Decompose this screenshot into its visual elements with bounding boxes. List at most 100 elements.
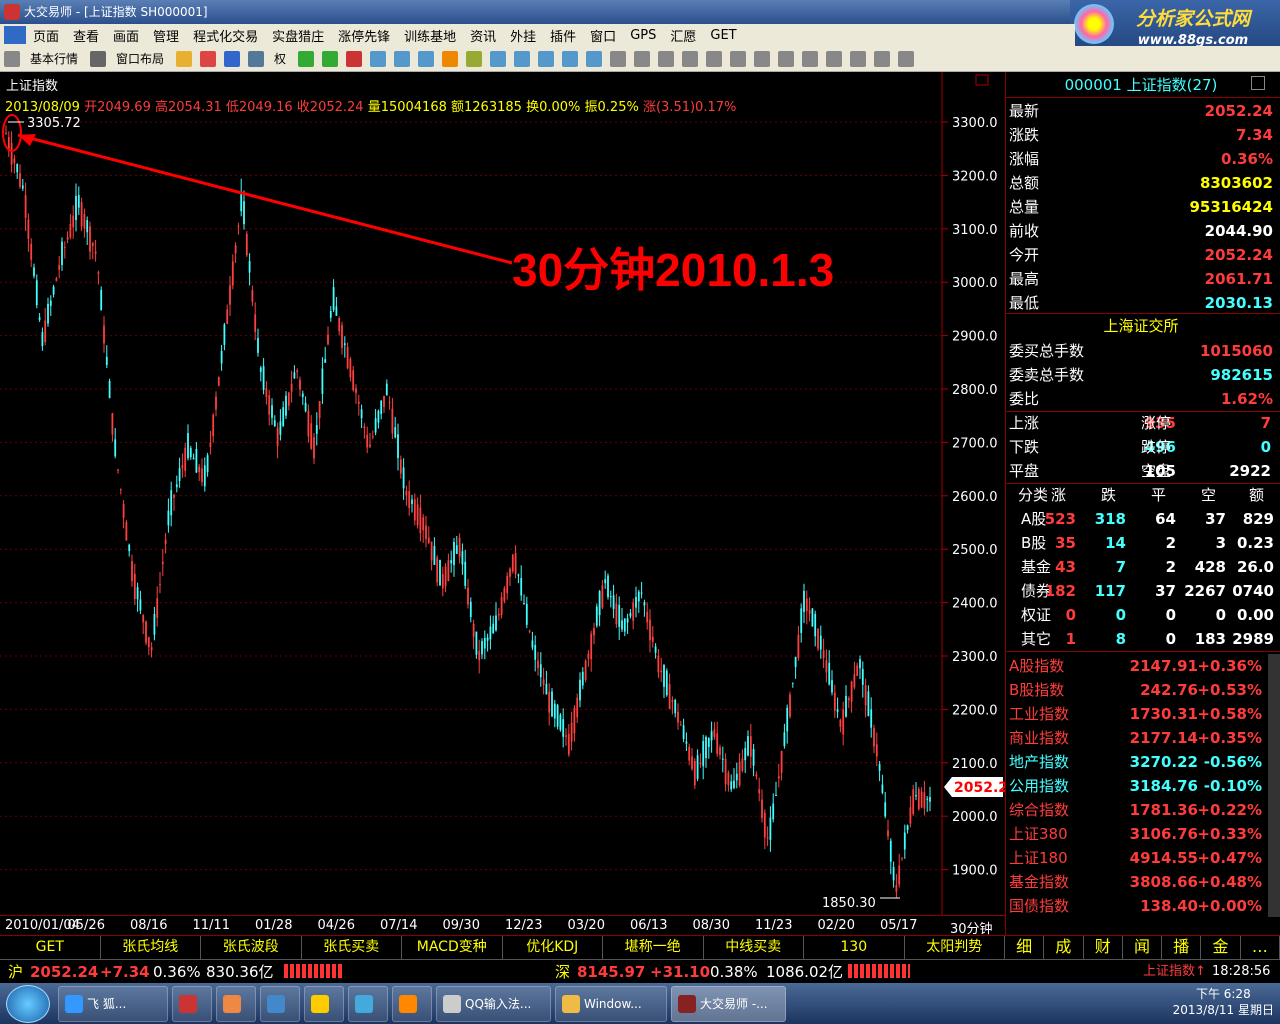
task-browser[interactable]: 飞 狐... [58, 985, 168, 1022]
page-icon[interactable] [418, 50, 435, 67]
menu-item-0[interactable]: 页面 [26, 26, 66, 45]
index-row[interactable]: 商业指数 2177.14 +0.35% [1006, 726, 1276, 750]
indicator-button-6[interactable]: 堪称一绝 [603, 936, 704, 959]
crosshair-icon[interactable] [224, 50, 241, 67]
menu-item-12[interactable]: GPS [623, 28, 663, 43]
index-row[interactable]: 国债指数 138.40 +0.00% [1006, 894, 1276, 918]
detail-tab-5[interactable]: 金 [1201, 936, 1241, 959]
task-explorer[interactable]: Window... [555, 985, 667, 1022]
price-chart[interactable]: 3300.0 3200.0 3100.0 3000.0 2900.0 2800.0 2700… [0, 72, 1008, 915]
system-menu-icon[interactable] [4, 26, 26, 44]
task-qq[interactable] [304, 985, 344, 1022]
index-row[interactable]: A股指数 2147.91 +0.36% [1006, 654, 1276, 678]
cross-chart-icon[interactable] [322, 50, 339, 67]
text-icon[interactable] [826, 50, 843, 67]
system-clock[interactable]: 下午 6:28 2013/8/11 星期日 [1173, 986, 1274, 1018]
menu-item-11[interactable]: 窗口 [583, 26, 623, 45]
menu-item-6[interactable]: 涨停先锋 [331, 26, 397, 45]
indicator-button-1[interactable]: 张氏均线 [101, 936, 201, 959]
circle-icon[interactable] [802, 50, 819, 67]
task-app-7[interactable] [392, 985, 432, 1022]
basic-quotes-button[interactable]: 基本行情 [24, 50, 84, 67]
menu-item-2[interactable]: 画面 [106, 26, 146, 45]
indicator-button-0[interactable]: GET [0, 936, 101, 959]
candle-body [567, 733, 570, 755]
menu-item-13[interactable]: 汇愿 [663, 26, 703, 45]
folder-icon[interactable] [176, 50, 193, 67]
index-row[interactable]: B股指数 242.76 +0.53% [1006, 678, 1276, 702]
rect-icon[interactable] [778, 50, 795, 67]
menu-item-3[interactable]: 管理 [146, 26, 186, 45]
task-qq-input[interactable]: QQ输入法... [436, 985, 551, 1022]
index-scrollbar[interactable] [1268, 654, 1280, 917]
grid-icon[interactable] [248, 50, 265, 67]
indicator-button-4[interactable]: MACD变种 [402, 936, 503, 959]
detail-tab-1[interactable]: 成 [1044, 936, 1084, 959]
task-app-2[interactable] [172, 985, 212, 1022]
candle-body [217, 376, 220, 386]
table-icon[interactable] [370, 50, 387, 67]
hline-icon[interactable] [658, 50, 675, 67]
panel-menu-icon[interactable] [1251, 76, 1265, 90]
indicator-button-2[interactable]: 张氏波段 [201, 936, 302, 959]
rights-button[interactable]: 权 [268, 50, 292, 67]
window-icon[interactable] [490, 50, 507, 67]
task-app-4[interactable] [260, 985, 300, 1022]
candle-body [763, 812, 766, 838]
monitor-icon[interactable] [586, 50, 603, 67]
chart-corner-icon[interactable] [975, 74, 989, 86]
doc-icon[interactable] [394, 50, 411, 67]
menu-item-10[interactable]: 插件 [543, 26, 583, 45]
chart-icon[interactable] [200, 50, 217, 67]
green-chart-icon[interactable] [298, 50, 315, 67]
index-row[interactable]: 基金指数 3808.66 +0.48% [1006, 870, 1276, 894]
split-icon[interactable] [538, 50, 555, 67]
fan-icon[interactable] [706, 50, 723, 67]
start-button[interactable] [6, 984, 50, 1023]
index-row[interactable]: 上证380 3106.76 +0.33% [1006, 822, 1276, 846]
alert-icon[interactable] [442, 50, 459, 67]
list-icon[interactable] [346, 50, 363, 67]
menu-item-4[interactable]: 程式化交易 [186, 26, 265, 45]
kline-icon[interactable] [562, 50, 579, 67]
vlines-icon[interactable] [682, 50, 699, 67]
indicator-button-5[interactable]: 优化KDJ [503, 936, 603, 959]
detail-tab-6[interactable]: … [1241, 936, 1280, 959]
candle-body [44, 320, 47, 343]
menu-item-7[interactable]: 训练基地 [397, 26, 463, 45]
window-layout-button[interactable]: 窗口布局 [110, 50, 170, 67]
channel-icon[interactable] [754, 50, 771, 67]
draw-line-icon[interactable] [610, 50, 627, 67]
task-trading[interactable]: 大交易师 -... [671, 985, 786, 1022]
menu-item-5[interactable]: 实盘猎庄 [265, 26, 331, 45]
task-app-6[interactable] [348, 985, 388, 1022]
menu-item-8[interactable]: 资讯 [463, 26, 503, 45]
status-stock[interactable]: 上证指数↑ [1143, 960, 1206, 984]
indicator-button-8[interactable]: 130 [804, 936, 905, 959]
menu-item-1[interactable]: 查看 [66, 26, 106, 45]
arrow-icon[interactable] [850, 50, 867, 67]
detail-tab-2[interactable]: 财 [1084, 936, 1123, 959]
panel-icon[interactable] [514, 50, 531, 67]
save-icon[interactable] [898, 50, 915, 67]
index-row[interactable]: 上证180 4914.55 +0.47% [1006, 846, 1276, 870]
menu-item-9[interactable]: 外挂 [503, 26, 543, 45]
detail-tab-0[interactable]: 细 [1005, 936, 1045, 959]
indicator-button-9[interactable]: 太阳判势 [905, 936, 1005, 959]
pen-icon[interactable] [634, 50, 651, 67]
index-row[interactable]: 工业指数 1730.31 +0.58% [1006, 702, 1276, 726]
task-app-3[interactable] [216, 985, 256, 1022]
detail-tab-3[interactable]: 闻 [1123, 936, 1163, 959]
gear-icon[interactable] [466, 50, 483, 67]
index-row[interactable]: 综合指数 1781.36 +0.22% [1006, 798, 1276, 822]
indicator-button-7[interactable]: 中线买卖 [704, 936, 804, 959]
indicator-button-3[interactable]: 张氏买卖 [302, 936, 402, 959]
index-row[interactable]: 公用指数 3184.76 -0.10% [1006, 774, 1276, 798]
fib-icon[interactable] [730, 50, 747, 67]
menu-item-14[interactable]: GET [703, 28, 743, 43]
index-row[interactable]: 地产指数 3270.22 -0.56% [1006, 750, 1276, 774]
x-axis-label: 11/11 [192, 918, 230, 933]
index-value: 3106.76 [1129, 825, 1198, 843]
delete-icon[interactable] [874, 50, 891, 67]
detail-tab-4[interactable]: 播 [1162, 936, 1202, 959]
